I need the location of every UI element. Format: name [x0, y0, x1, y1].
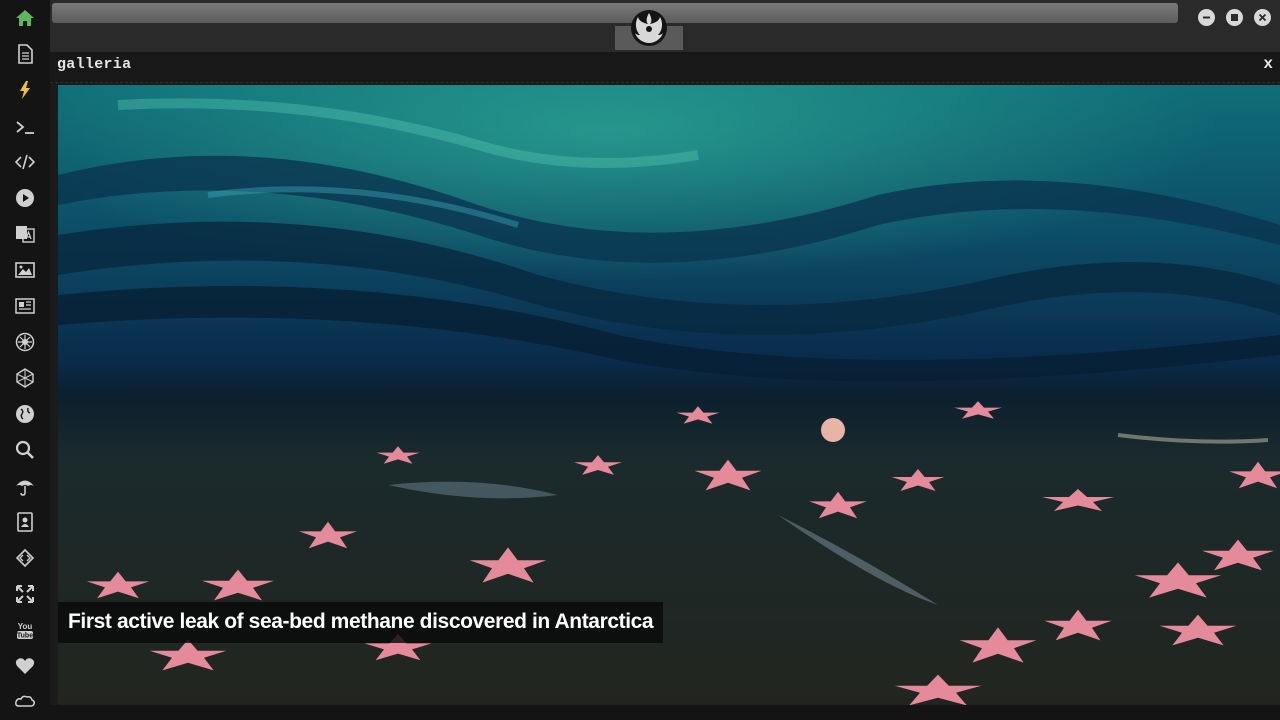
- globe-icon[interactable]: [13, 402, 37, 426]
- title-bar: [50, 0, 1280, 52]
- rebel-icon[interactable]: [13, 330, 37, 354]
- sidebar: You Tube: [0, 0, 50, 720]
- maximize-button[interactable]: [1226, 9, 1243, 26]
- play-icon[interactable]: [13, 186, 37, 210]
- newspaper-icon[interactable]: [13, 294, 37, 318]
- contact-icon[interactable]: [13, 510, 37, 534]
- svg-text:You: You: [18, 622, 33, 631]
- lightning-icon[interactable]: [13, 78, 37, 102]
- search-icon[interactable]: [13, 438, 37, 462]
- gallery-viewer[interactable]: First active leak of sea-bed methane dis…: [58, 85, 1280, 705]
- svg-text:Tube: Tube: [17, 633, 33, 640]
- minimize-button[interactable]: [1198, 9, 1215, 26]
- image-icon[interactable]: [13, 258, 37, 282]
- panel-header: galleria x: [50, 52, 1280, 83]
- home-icon[interactable]: [13, 6, 37, 30]
- rebel-alliance-icon: [629, 8, 669, 48]
- heart-icon[interactable]: [13, 654, 37, 678]
- translate-icon[interactable]: [13, 222, 37, 246]
- infinity-cloud-icon[interactable]: [13, 690, 37, 714]
- address-bar[interactable]: [52, 3, 1178, 23]
- close-window-button[interactable]: [1254, 9, 1271, 26]
- hexagon-icon[interactable]: [13, 366, 37, 390]
- document-icon[interactable]: [13, 42, 37, 66]
- youtube-icon[interactable]: You Tube: [13, 618, 37, 642]
- panel-title: galleria: [57, 56, 132, 73]
- gallery-caption: First active leak of sea-bed methane dis…: [58, 602, 664, 643]
- code-icon[interactable]: [13, 150, 37, 174]
- terminal-icon[interactable]: [13, 115, 37, 139]
- bottom-bar: [50, 705, 1280, 720]
- expand-icon[interactable]: [13, 582, 37, 606]
- panel-close-button[interactable]: x: [1263, 55, 1273, 73]
- umbrella-icon[interactable]: [13, 474, 37, 498]
- diamond-code-icon[interactable]: [13, 546, 37, 570]
